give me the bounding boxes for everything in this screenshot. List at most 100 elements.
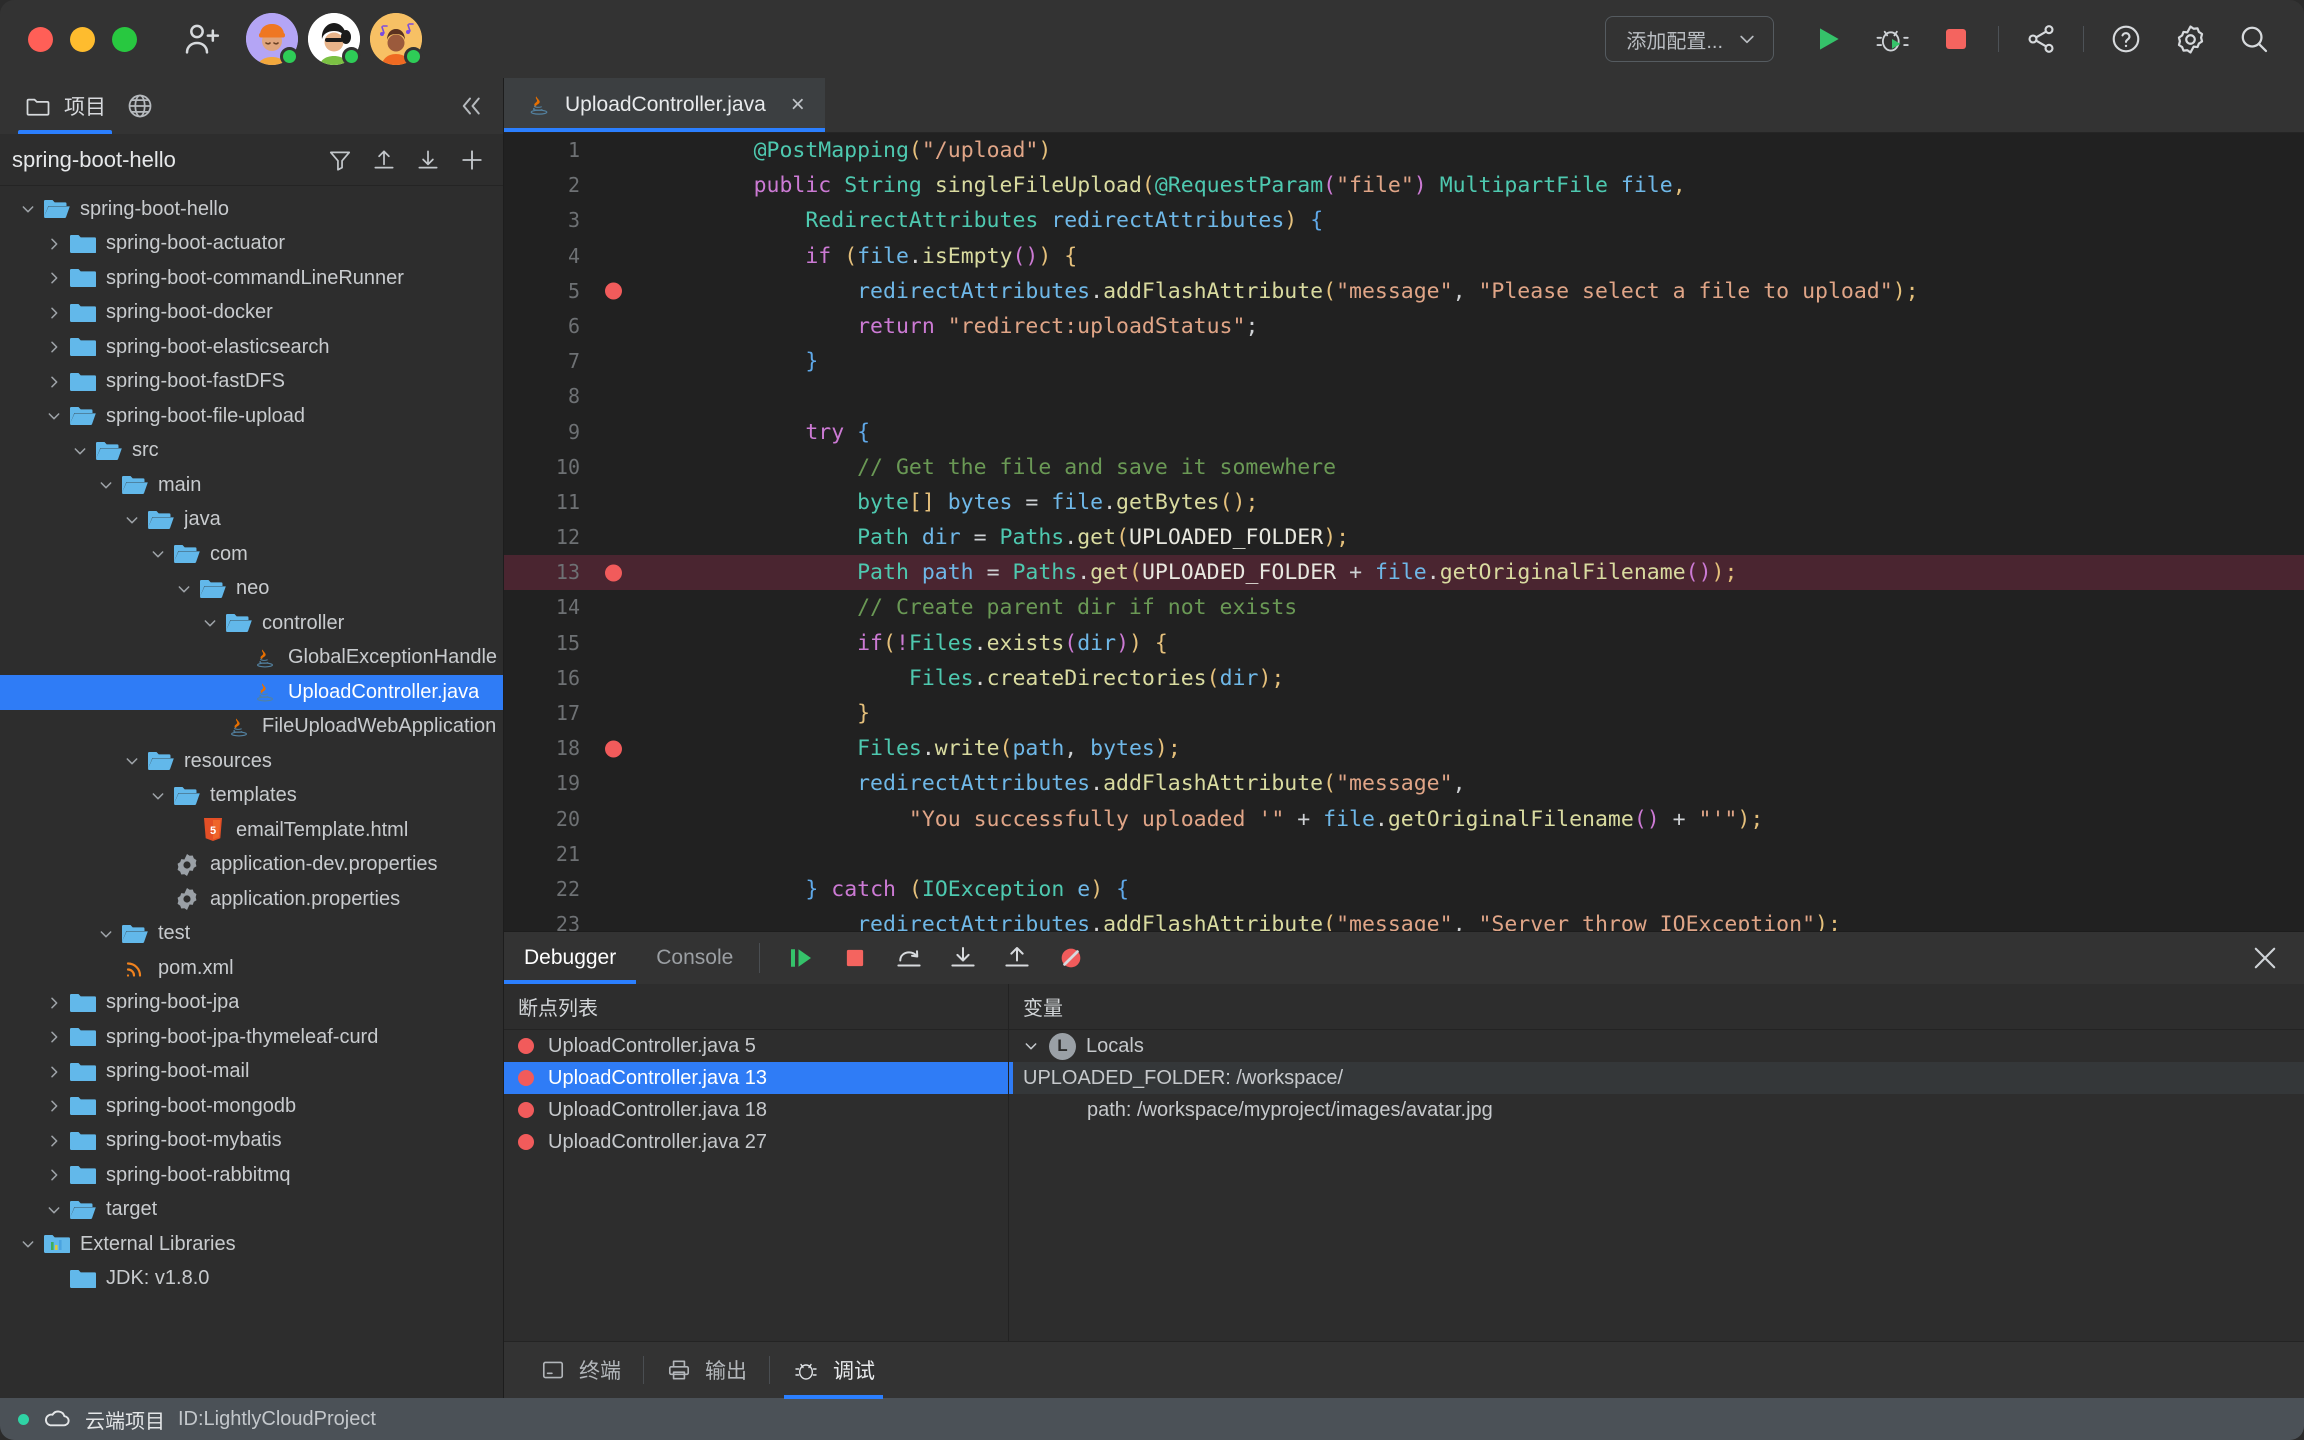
tab-console[interactable]: Console	[636, 932, 753, 984]
tree-chevron-icon[interactable]	[40, 236, 68, 252]
tab-debug[interactable]: 调试	[770, 1342, 897, 1399]
tree-chevron-icon[interactable]	[118, 512, 146, 528]
stop-icon[interactable]	[832, 935, 878, 981]
close-debugger-icon[interactable]	[2248, 941, 2304, 975]
tree-item[interactable]: resources	[0, 744, 503, 779]
code-line[interactable]: 9 try {	[504, 415, 2304, 450]
tree-chevron-icon[interactable]	[144, 788, 172, 804]
breakpoint-list-item[interactable]: UploadController.java 18	[504, 1094, 1008, 1126]
stop-icon[interactable]	[1933, 16, 1979, 62]
tree-item[interactable]: application.properties	[0, 882, 503, 917]
tree-item[interactable]: neo	[0, 572, 503, 607]
code-line[interactable]: 6 return "redirect:uploadStatus";	[504, 309, 2304, 344]
mute-breakpoints-icon[interactable]	[1048, 935, 1094, 981]
chevron-down-icon[interactable]	[1023, 1038, 1039, 1054]
code-line[interactable]: 8	[504, 379, 2304, 414]
tree-item[interactable]: JDK: v1.8.0	[0, 1262, 503, 1297]
code-line[interactable]: 22 } catch (IOException e) {	[504, 872, 2304, 907]
tree-chevron-icon[interactable]	[40, 1029, 68, 1045]
minimize-window-button[interactable]	[70, 26, 95, 52]
tree-item[interactable]: spring-boot-hello	[0, 192, 503, 227]
avatar[interactable]	[246, 13, 299, 66]
tree-item[interactable]: GlobalExceptionHandler.java	[0, 641, 503, 676]
code-line[interactable]: 7 }	[504, 344, 2304, 379]
download-icon[interactable]	[409, 141, 447, 179]
tree-chevron-icon[interactable]	[14, 1236, 42, 1252]
tree-chevron-icon[interactable]	[118, 753, 146, 769]
tree-item[interactable]: spring-boot-fastDFS	[0, 365, 503, 400]
tree-chevron-icon[interactable]	[40, 1202, 68, 1218]
tree-item[interactable]: spring-boot-jpa-thymeleaf-curd	[0, 1020, 503, 1055]
breakpoint-marker[interactable]	[605, 564, 622, 582]
breakpoint-marker[interactable]	[605, 740, 622, 758]
tree-item[interactable]: templates	[0, 779, 503, 814]
upload-icon[interactable]	[365, 141, 403, 179]
run-icon[interactable]	[1805, 16, 1851, 62]
code-line[interactable]: 5 redirectAttributes.addFlashAttribute("…	[504, 274, 2304, 309]
tree-chevron-icon[interactable]	[40, 408, 68, 424]
step-into-icon[interactable]	[940, 935, 986, 981]
run-configuration-selector[interactable]: 添加配置...	[1605, 16, 1774, 62]
collapse-sidebar-button[interactable]	[455, 91, 503, 121]
tree-item[interactable]: test	[0, 917, 503, 952]
tree-item[interactable]: src	[0, 434, 503, 469]
tree-chevron-icon[interactable]	[170, 581, 198, 597]
maximize-window-button[interactable]	[112, 26, 137, 52]
tree-item[interactable]: spring-boot-jpa	[0, 986, 503, 1021]
code-line[interactable]: 2 public String singleFileUpload(@Reques…	[504, 168, 2304, 203]
tree-chevron-icon[interactable]	[40, 339, 68, 355]
tree-chevron-icon[interactable]	[40, 995, 68, 1011]
code-line[interactable]: 12 Path dir = Paths.get(UPLOADED_FOLDER)…	[504, 520, 2304, 555]
code-line[interactable]: 1 @PostMapping("/upload")	[504, 133, 2304, 168]
avatar[interactable]	[308, 13, 361, 66]
tab-terminal[interactable]: 终端	[518, 1342, 643, 1399]
code-line[interactable]: 14 // Create parent dir if not exists	[504, 590, 2304, 625]
code-line[interactable]: 13 Path path = Paths.get(UPLOADED_FOLDER…	[504, 555, 2304, 591]
tree-item[interactable]: FileUploadWebApplication.java	[0, 710, 503, 745]
sidebar-tab-project[interactable]: 项目	[14, 78, 116, 134]
tree-item[interactable]: controller	[0, 606, 503, 641]
tree-item[interactable]: spring-boot-docker	[0, 296, 503, 331]
add-user-icon[interactable]	[182, 19, 222, 59]
tree-item[interactable]: pom.xml	[0, 951, 503, 986]
tree-chevron-icon[interactable]	[40, 374, 68, 390]
tree-chevron-icon[interactable]	[144, 546, 172, 562]
search-icon[interactable]	[2231, 16, 2277, 62]
tree-chevron-icon[interactable]	[40, 1133, 68, 1149]
tab-debugger[interactable]: Debugger	[504, 932, 637, 984]
tree-item[interactable]: spring-boot-file-upload	[0, 399, 503, 434]
tree-chevron-icon[interactable]	[196, 615, 224, 631]
close-icon[interactable]: ×	[791, 93, 805, 117]
tree-item[interactable]: spring-boot-mail	[0, 1055, 503, 1090]
tree-item[interactable]: spring-boot-mongodb	[0, 1089, 503, 1124]
debug-icon[interactable]	[1869, 16, 1915, 62]
tree-chevron-icon[interactable]	[14, 201, 42, 217]
tree-chevron-icon[interactable]	[66, 443, 94, 459]
variable-row[interactable]: path: /workspace/myproject/images/avatar…	[1009, 1094, 2304, 1126]
code-line[interactable]: 19 redirectAttributes.addFlashAttribute(…	[504, 766, 2304, 801]
tree-item[interactable]: spring-boot-mybatis	[0, 1124, 503, 1159]
tree-chevron-icon[interactable]	[40, 270, 68, 286]
code-line[interactable]: 23 redirectAttributes.addFlashAttribute(…	[504, 907, 2304, 931]
close-window-button[interactable]	[28, 26, 53, 52]
code-line[interactable]: 10 // Get the file and save it somewhere	[504, 450, 2304, 485]
share-icon[interactable]	[2018, 16, 2064, 62]
code-line[interactable]: 17 }	[504, 696, 2304, 731]
tree-item[interactable]: spring-boot-actuator	[0, 227, 503, 262]
tab-output[interactable]: 输出	[644, 1342, 769, 1399]
code-editor[interactable]: 1 @PostMapping("/upload") 2 public String…	[504, 133, 2304, 931]
variable-row[interactable]: UPLOADED_FOLDER: /workspace/	[1009, 1062, 2304, 1094]
breakpoint-marker[interactable]	[605, 282, 622, 300]
tree-item[interactable]: com	[0, 537, 503, 572]
breakpoint-list-item[interactable]: UploadController.java 27	[504, 1126, 1008, 1158]
tree-item[interactable]: main	[0, 468, 503, 503]
tree-item[interactable]: 5 emailTemplate.html	[0, 813, 503, 848]
code-line[interactable]: 15 if(!Files.exists(dir)) {	[504, 626, 2304, 661]
tree-chevron-icon[interactable]	[92, 477, 120, 493]
step-out-icon[interactable]	[994, 935, 1040, 981]
tree-chevron-icon[interactable]	[40, 1167, 68, 1183]
gear-icon[interactable]	[2167, 16, 2213, 62]
tree-item[interactable]: External Libraries	[0, 1227, 503, 1262]
code-line[interactable]: 11 byte[] bytes = file.getBytes();	[504, 485, 2304, 520]
code-line[interactable]: 3 RedirectAttributes redirectAttributes)…	[504, 203, 2304, 238]
